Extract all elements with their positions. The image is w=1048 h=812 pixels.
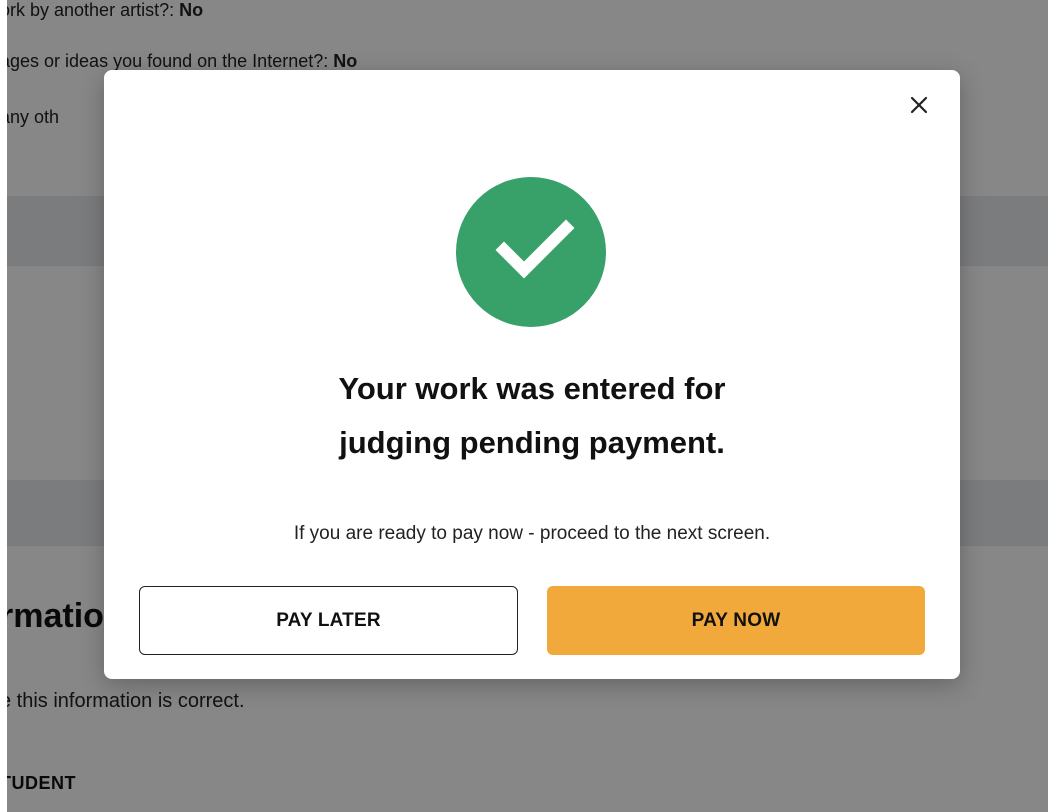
checkmark-icon	[495, 219, 575, 279]
modal-title-line: judging pending payment.	[339, 425, 725, 460]
modal-message: If you are ready to pay now - proceed to…	[293, 523, 771, 544]
pay-now-button[interactable]: PAY NOW	[547, 586, 925, 655]
pay-now-label: PAY NOW	[691, 609, 781, 631]
close-button[interactable]	[906, 92, 932, 118]
close-icon	[910, 96, 928, 114]
pay-later-label: PAY LATER	[276, 609, 381, 631]
check-circle-icon	[456, 177, 606, 327]
modal-title: Your work was entered for judging pendin…	[104, 362, 960, 470]
page-left-edge	[0, 0, 7, 812]
pay-later-button[interactable]: PAY LATER	[139, 586, 518, 655]
payment-modal: Your work was entered for judging pendin…	[104, 70, 960, 679]
modal-title-line: Your work was entered for	[338, 371, 726, 406]
